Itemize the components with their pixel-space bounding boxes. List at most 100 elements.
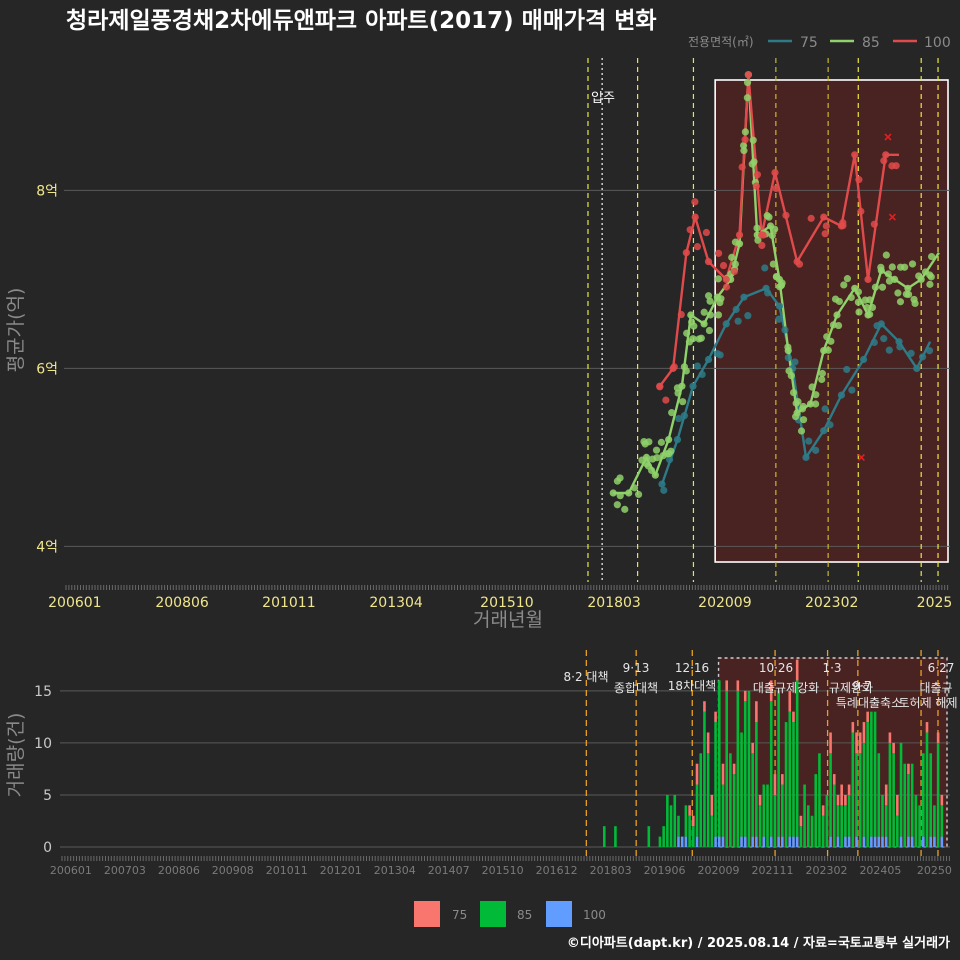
bar-75 (710, 794, 714, 816)
legend-title: 전용면적(㎡) (688, 35, 754, 49)
data-point-75 (895, 338, 903, 346)
bar-100 (907, 836, 910, 847)
data-point-85 (652, 446, 661, 454)
bar-100 (788, 836, 792, 847)
data-point-85 (765, 213, 773, 221)
bar-x-tick-label: 200703 (104, 864, 146, 877)
policy-name-label: 대출규제강화 (753, 681, 819, 695)
data-point-100 (870, 220, 878, 228)
bar-x-tick-label: 202009 (698, 864, 740, 877)
x-tick-label: 2025 (917, 595, 953, 611)
data-point-100 (702, 228, 711, 237)
data-point-85 (713, 293, 721, 301)
bar-100 (929, 836, 933, 847)
bar-85 (933, 805, 936, 837)
data-point-75 (781, 326, 789, 334)
bar-100 (721, 836, 725, 847)
data-point-100 (882, 151, 890, 159)
bar-75 (821, 805, 825, 816)
bar-85 (840, 805, 843, 847)
bar-85 (736, 690, 740, 847)
bar-85 (862, 742, 866, 837)
data-point-85 (616, 492, 624, 500)
bar-100 (695, 836, 699, 847)
bar-100 (781, 836, 784, 847)
bar-85 (940, 805, 944, 837)
bar-85 (747, 690, 751, 847)
bar-x-tick-label: 20250 (917, 864, 952, 877)
data-point-75 (761, 264, 769, 272)
bar-85 (769, 701, 773, 837)
bar-75 (858, 732, 862, 754)
bar-85 (807, 805, 810, 847)
data-point-100 (807, 214, 815, 222)
bar-100 (870, 836, 873, 847)
bar-85 (818, 753, 821, 847)
bar-85 (755, 722, 758, 837)
bar-100 (829, 836, 832, 847)
bar-85 (847, 794, 851, 837)
bar-100 (877, 836, 881, 847)
bar-85 (758, 805, 762, 847)
data-point-75 (805, 437, 813, 445)
data-point-100 (669, 364, 677, 372)
data-point-85 (855, 308, 863, 316)
bar-85 (825, 794, 829, 847)
x-tick-label: 201011 (262, 595, 315, 611)
bar-y-tick-label: 10 (34, 736, 52, 752)
data-point-85 (917, 275, 925, 283)
bar-85 (881, 794, 884, 837)
bar-100 (910, 836, 914, 847)
bar-85 (743, 701, 747, 837)
data-point-75 (913, 364, 921, 372)
bar-100 (921, 836, 925, 847)
data-point-100 (857, 207, 865, 215)
data-point-85 (851, 284, 859, 292)
bottom-legend: 75 85 100 (414, 901, 606, 927)
bar-x-tick-label: 201906 (644, 864, 686, 877)
data-point-100 (822, 222, 830, 230)
bar-85 (751, 753, 754, 837)
bar-x-tick-label: 200601 (50, 864, 92, 877)
data-point-100 (662, 396, 670, 404)
bar-75 (884, 784, 888, 806)
bar-x-tick-label: 201510 (482, 864, 524, 877)
y-tick-label: 4억 (36, 539, 58, 555)
policy-date-label: 8·2 대책 (564, 669, 609, 684)
bar-100 (899, 836, 903, 847)
bar-100 (795, 836, 799, 847)
x-tick-label: 200806 (155, 595, 209, 611)
bar-85 (821, 815, 825, 847)
top-y-axis-label: 평균가(억) (5, 288, 27, 373)
bar-100 (777, 836, 780, 847)
data-point-85 (741, 128, 749, 136)
bar-85 (829, 753, 832, 837)
data-point-85 (868, 303, 877, 312)
data-point-85 (904, 284, 912, 292)
data-point-85 (894, 289, 902, 297)
data-point-85 (799, 402, 807, 411)
data-point-75 (870, 338, 878, 347)
data-point-85 (634, 490, 643, 499)
chart-title: 청라제일풍경채2차에듀앤파크 아파트(2017) 매매가격 변화 (66, 8, 657, 34)
data-point-85 (687, 311, 695, 319)
data-point-85 (835, 297, 843, 306)
bar-100 (714, 836, 717, 847)
bar-85 (884, 805, 888, 837)
bar-x-tick-label: 201304 (374, 864, 416, 877)
data-point-85 (731, 260, 739, 268)
data-point-85 (680, 363, 688, 371)
bar-85 (703, 711, 706, 847)
data-point-100 (758, 231, 766, 239)
bar-85 (773, 794, 777, 847)
data-point-75 (775, 302, 784, 310)
bar-75 (773, 774, 777, 795)
bar-75 (799, 815, 803, 827)
bar-100 (769, 836, 773, 847)
data-point-75 (734, 317, 742, 325)
data-point-85 (753, 224, 761, 232)
data-point-85 (854, 298, 863, 306)
data-point-85 (743, 79, 752, 87)
data-point-85 (823, 333, 831, 341)
data-point-85 (766, 222, 775, 230)
